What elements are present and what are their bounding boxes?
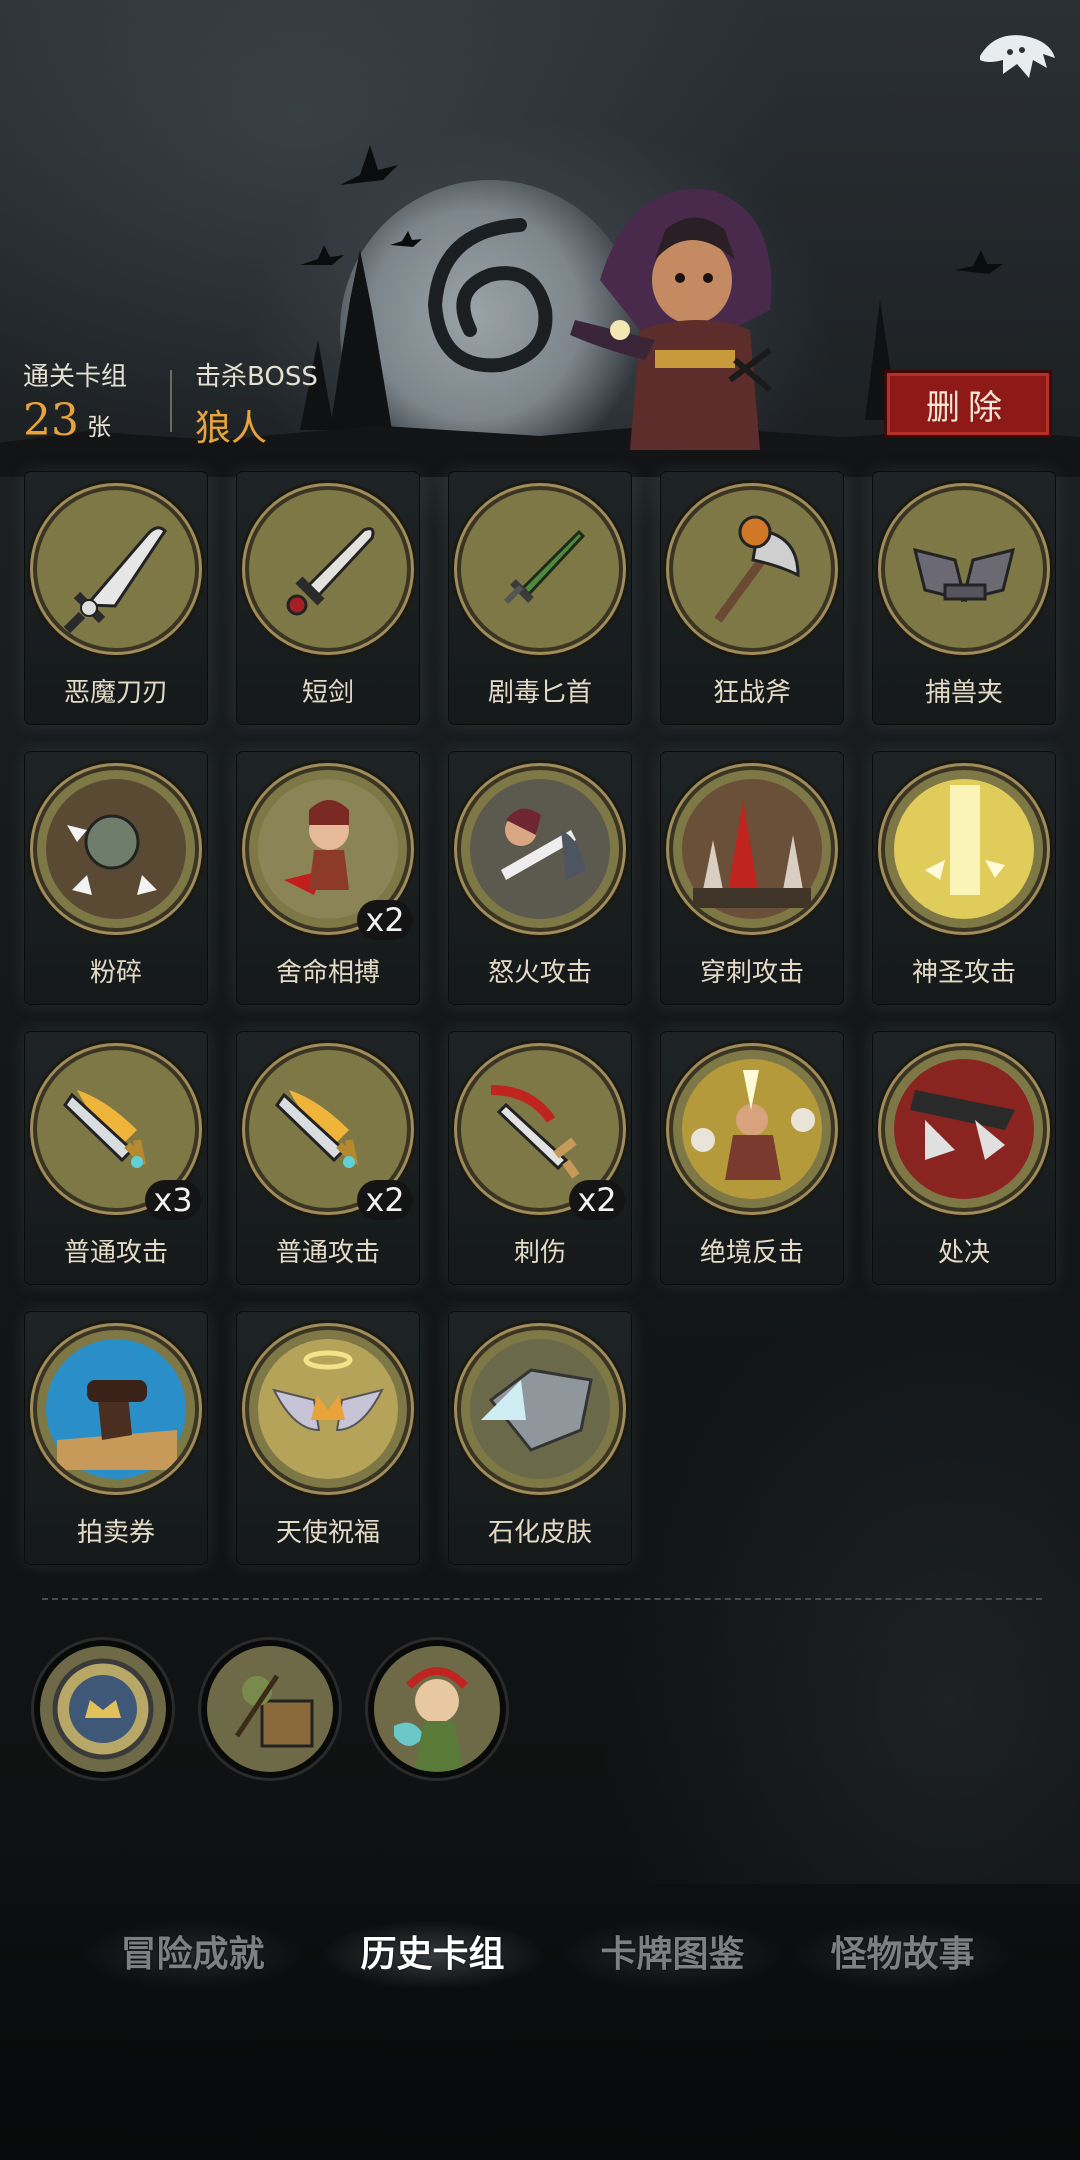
- stat-divider: [170, 370, 172, 432]
- card-name: 石化皮肤: [487, 1518, 592, 1548]
- tab-monster-stories[interactable]: 怪物故事: [790, 1920, 1015, 1990]
- deck-card[interactable]: 恶魔刀刃: [25, 472, 207, 724]
- deck-card[interactable]: 剧毒匕首: [449, 472, 631, 724]
- cleared-decks-label: 通关卡组: [23, 362, 128, 392]
- deck-card[interactable]: 神圣攻击: [873, 752, 1055, 1004]
- deck-card[interactable]: 普通攻击 x2: [237, 1032, 419, 1284]
- deck-card-grid: 恶魔刀刃 短剑 剧毒匕首 狂战斧 捕兽夹粉碎 舍命相搏 x2 怒火攻击 穿刺攻击 神圣攻击普通攻击…: [25, 472, 1055, 1572]
- card-count-badge: x2: [357, 1180, 413, 1220]
- deck-card[interactable]: 粉碎: [25, 752, 207, 1004]
- smash-icon: [37, 770, 195, 928]
- cleared-decks-count: 23: [23, 395, 79, 446]
- counterattack-icon: [673, 1050, 831, 1208]
- close-ghost-button[interactable]: [970, 26, 1060, 96]
- card-name: 拍卖券: [76, 1518, 155, 1548]
- cleared-decks-unit: 张: [87, 413, 111, 441]
- berserker-axe-icon: [673, 490, 831, 648]
- card-count-badge: x3: [145, 1180, 201, 1220]
- execute-icon: [885, 1050, 1043, 1208]
- tab-history-decks[interactable]: 历史卡组: [320, 1920, 545, 1990]
- deck-card[interactable]: 石化皮肤: [449, 1312, 631, 1564]
- card-name: 恶魔刀刃: [63, 678, 168, 708]
- deck-card[interactable]: 刺伤 x2: [449, 1032, 631, 1284]
- deck-card[interactable]: 穿刺攻击: [661, 752, 843, 1004]
- card-name: 穿刺攻击: [699, 958, 804, 988]
- deck-card[interactable]: 捕兽夹: [873, 472, 1055, 724]
- card-name: 天使祝福: [275, 1518, 380, 1548]
- deck-card[interactable]: 处决: [873, 1032, 1055, 1284]
- section-divider: [42, 1598, 1042, 1600]
- deck-card[interactable]: 怒火攻击: [449, 752, 631, 1004]
- card-name: 捕兽夹: [924, 678, 1003, 708]
- card-name: 粉碎: [89, 958, 142, 988]
- demon-blade-icon: [37, 490, 195, 648]
- fury-attack-icon: [461, 770, 619, 928]
- card-name: 短剑: [301, 678, 354, 708]
- card-name: 舍命相搏: [275, 958, 380, 988]
- goblin-cart-icon[interactable]: [207, 1646, 333, 1772]
- deck-card[interactable]: 狂战斧: [661, 472, 843, 724]
- deck-card[interactable]: 拍卖券: [25, 1312, 207, 1564]
- auction-ticket-icon: [37, 1330, 195, 1488]
- boss-stat: 击杀BOSS 狼人: [195, 356, 318, 451]
- poison-dagger-icon: [461, 490, 619, 648]
- card-name: 处决: [937, 1238, 990, 1268]
- deck-card[interactable]: 天使祝福: [237, 1312, 419, 1564]
- card-count-badge: x2: [569, 1180, 625, 1220]
- coin-crown-icon[interactable]: [40, 1646, 166, 1772]
- card-name: 普通攻击: [63, 1238, 168, 1268]
- card-name: 怒火攻击: [487, 958, 592, 988]
- deck-card[interactable]: 短剑: [237, 472, 419, 724]
- angel-blessing-icon: [249, 1330, 407, 1488]
- boss-label: 击杀BOSS: [195, 362, 318, 392]
- card-name: 刺伤: [513, 1238, 566, 1268]
- card-name: 神圣攻击: [911, 958, 1016, 988]
- bear-trap-icon: [885, 490, 1043, 648]
- boss-name: 狼人: [195, 408, 268, 449]
- deck-card[interactable]: 绝境反击: [661, 1032, 843, 1284]
- tab-adventure-achievements[interactable]: 冒险成就: [80, 1920, 305, 1990]
- short-sword-icon: [249, 490, 407, 648]
- cleared-decks-stat: 通关卡组 23 张: [23, 356, 127, 446]
- card-name: 剧毒匕首: [487, 678, 592, 708]
- tab-card-codex[interactable]: 卡牌图鉴: [560, 1920, 785, 1990]
- pierce-attack-icon: [673, 770, 831, 928]
- deck-card[interactable]: 普通攻击 x3: [25, 1032, 207, 1284]
- deck-card[interactable]: 舍命相搏 x2: [237, 752, 419, 1004]
- holy-attack-icon: [885, 770, 1043, 928]
- dryad-icon[interactable]: [374, 1646, 500, 1772]
- card-name: 绝境反击: [699, 1238, 804, 1268]
- card-name: 狂战斧: [712, 678, 791, 708]
- hero-character-icon: [570, 189, 772, 450]
- card-count-badge: x2: [357, 900, 413, 940]
- stone-skin-icon: [461, 1330, 619, 1488]
- delete-button[interactable]: 删除: [884, 370, 1052, 438]
- card-name: 普通攻击: [275, 1238, 380, 1268]
